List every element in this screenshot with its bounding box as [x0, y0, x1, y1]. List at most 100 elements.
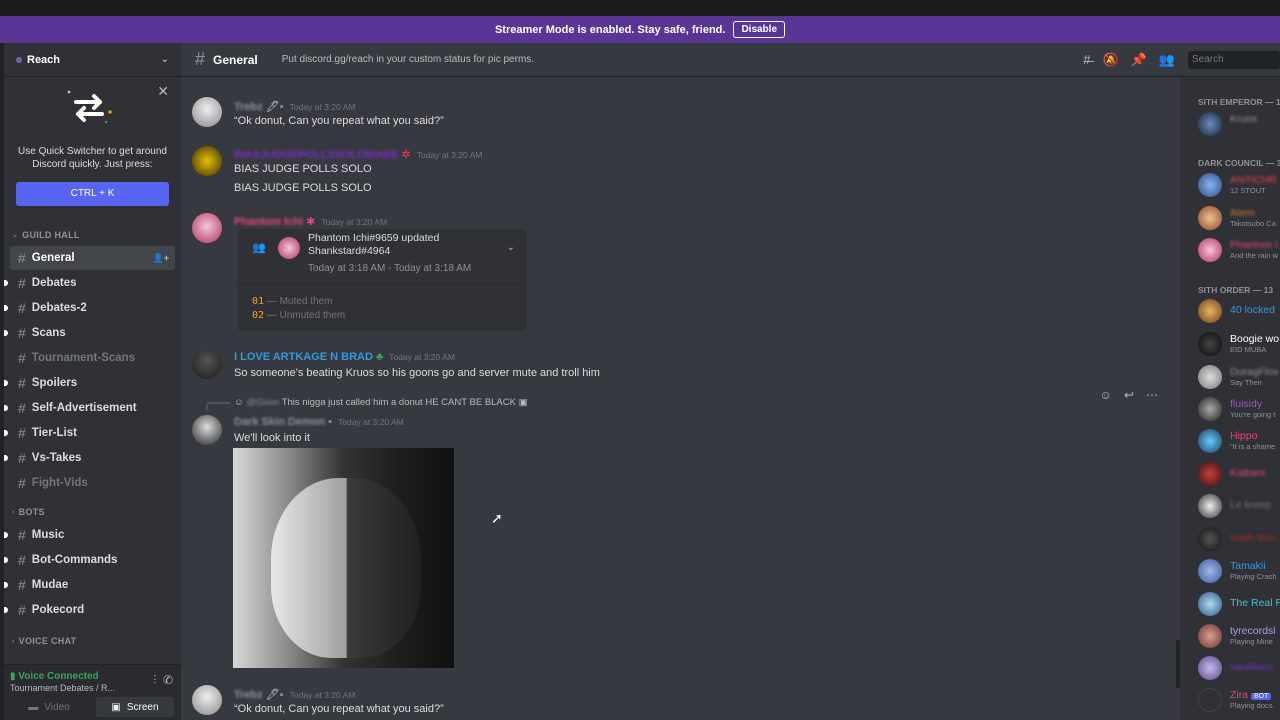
channel-label: Fight-Vids — [31, 477, 88, 489]
channel-spoilers[interactable]: # Spoilers — [4, 371, 175, 395]
channel-label: Debates-2 — [31, 302, 87, 314]
category-label: BOTS — [18, 507, 45, 517]
disconnect-icon[interactable]: ✆ — [163, 673, 173, 687]
channel-label: Scans — [31, 327, 66, 339]
voice-icons: ⫶ ✆ — [153, 673, 173, 688]
member-item[interactable]: Nash Blac — [1198, 526, 1280, 552]
face-photo — [271, 478, 421, 658]
member-item[interactable]: vanillaice — [1198, 655, 1280, 681]
channel-vs-takes[interactable]: # Vs-Takes — [4, 446, 175, 470]
member-status: EID MUBA — [1230, 345, 1267, 354]
member-item[interactable]: Zira BOT Playing docs. — [1198, 687, 1280, 713]
hash-icon: # — [18, 450, 26, 466]
member-name: DuragFlov — [1230, 366, 1279, 378]
member-item[interactable]: Le kreep — [1198, 493, 1280, 519]
member-item[interactable]: Atem Takotsubo Ca — [1198, 205, 1280, 231]
avatar[interactable] — [192, 97, 222, 127]
member-item[interactable]: The Real R — [1198, 591, 1280, 617]
search-input[interactable]: Search — [1188, 51, 1280, 69]
channel-debates-2[interactable]: # Debates-2 — [4, 296, 175, 320]
quick-switcher-shortcut-button[interactable]: CTRL + K — [16, 182, 169, 206]
hash-icon: # — [18, 425, 26, 441]
avatar[interactable] — [192, 349, 222, 379]
channel-scans[interactable]: # Scans — [4, 321, 175, 345]
member-name: Tamakii — [1230, 560, 1266, 572]
channel-tier-list[interactable]: # Tier-List — [4, 421, 175, 445]
channel-mudae[interactable]: # Mudae — [4, 573, 175, 597]
avatar — [1198, 688, 1222, 712]
chevron-right-icon: › — [12, 637, 15, 645]
more-icon[interactable]: ⋯ — [1146, 388, 1158, 402]
reply-author: @Goon — [246, 397, 280, 408]
noise-suppression-icon[interactable]: ⫶ — [153, 673, 156, 687]
member-item[interactable]: Tamakii Playing Crash — [1198, 558, 1280, 584]
member-item[interactable]: 40 locked — [1198, 298, 1280, 324]
category-guild-hall[interactable]: ⌄ GUILD HALL — [4, 224, 181, 246]
author-name: BIASJUDGEPOLLSSOLOMABE — [234, 149, 399, 161]
message-author[interactable]: I LOVE ARTKAGE N BRAD ♣ Today at 3:20 AM — [234, 351, 455, 363]
channel-label: Mudae — [31, 579, 69, 591]
member-name: fluisidy — [1230, 398, 1263, 410]
member-item[interactable]: DuragFlov Say Their — [1198, 364, 1280, 390]
image-attachment[interactable] — [233, 448, 454, 668]
video-label: Video — [44, 701, 70, 713]
channel-music[interactable]: # Music — [4, 523, 175, 547]
notification-bell-icon[interactable]: 🔕 — [1102, 52, 1118, 68]
chevron-down-icon[interactable]: ⌄ — [507, 242, 515, 253]
reply-text: This nigga just called him a donut HE CA… — [281, 397, 516, 408]
screen-share-button[interactable]: ▣ Screen — [96, 697, 174, 717]
category-voice-chat[interactable]: › VOICE CHAT — [4, 630, 181, 652]
member-item[interactable]: Kaibani — [1198, 461, 1280, 487]
member-list-icon[interactable]: 👥 — [1159, 52, 1175, 68]
message-author[interactable]: Dark Skin Demon ▪ Today at 3:20 AM — [234, 416, 404, 428]
add-reaction-icon[interactable]: ☺ — [1100, 388, 1112, 402]
message-author[interactable]: Phantom Ichi ✱ Today at 3:20 AM — [234, 215, 387, 228]
hash-icon: # — [18, 577, 26, 593]
chevron-down-icon: ⌄ — [12, 232, 19, 239]
voice-connected-status[interactable]: ▮ Voice Connected — [10, 671, 99, 682]
channel-label: Self-Advertisement — [31, 402, 137, 414]
channel-fight-vids[interactable]: # Fight-Vids — [10, 471, 175, 495]
voice-channel-name[interactable]: Tournament Debates / R... — [10, 683, 115, 693]
channel-pokecord[interactable]: # Pokecord — [4, 598, 175, 622]
channel-tournament-scans[interactable]: # Tournament-Scans — [10, 346, 175, 370]
channel-bot-commands[interactable]: # Bot-Commands — [4, 548, 175, 572]
avatar[interactable] — [192, 415, 222, 445]
header-toolbar: #̶ 🔕 📌 👥 — [1083, 52, 1175, 68]
guild-header[interactable]: Reach ⌄ — [4, 43, 181, 77]
message-author[interactable]: Trebz 🖊▪ Today at 3:20 AM — [234, 100, 355, 113]
reply-preview[interactable]: ☺ @Goon This nigga just called him a don… — [234, 397, 528, 408]
member-item[interactable]: Hippo "It is a shame — [1198, 428, 1280, 454]
chevron-down-icon[interactable]: ⌄ — [161, 54, 169, 65]
avatar: ☺ — [234, 397, 244, 408]
camera-icon: ▬ — [28, 701, 39, 713]
message-author[interactable]: Trebz 🖊▪ Today at 3:20 AM — [234, 688, 355, 701]
add-user-icon[interactable]: 👤+ — [153, 253, 169, 264]
member-item[interactable]: Kruos — [1198, 111, 1280, 137]
member-item[interactable]: Phantom I And the rain w — [1198, 237, 1280, 263]
unread-indicator — [4, 557, 8, 563]
channel-self-advertisement[interactable]: # Self-Advertisement — [4, 396, 175, 420]
avatar[interactable] — [192, 213, 222, 243]
avatar[interactable] — [192, 685, 222, 715]
channel-topic[interactable]: Put discord.gg/reach in your custom stat… — [282, 54, 534, 65]
badge-icon: ♣ — [376, 351, 384, 363]
member-item[interactable]: fluisidy You're going t — [1198, 396, 1280, 422]
member-item[interactable]: ANTICHR 12 STOUT — [1198, 172, 1280, 198]
audit-entry: 01 — Muted them — [252, 296, 332, 307]
reply-icon[interactable]: ↩ — [1124, 388, 1134, 402]
video-button[interactable]: ▬ Video — [10, 697, 88, 717]
member-status: "It is a shame — [1230, 442, 1276, 451]
member-item[interactable]: Boogie wo EID MUBA — [1198, 331, 1280, 357]
avatar[interactable] — [192, 146, 222, 176]
member-item[interactable]: tyrecordsl Playing Mine — [1198, 623, 1280, 649]
message-author[interactable]: BIASJUDGEPOLLSSOLOMABE ✲ Today at 3:20 AM — [234, 148, 482, 161]
disable-streamer-mode-button[interactable]: Disable — [733, 21, 786, 38]
member-category: SITH ORDER — 13 — [1198, 285, 1274, 295]
channel-debates[interactable]: # Debates — [4, 271, 175, 295]
close-icon[interactable]: ✕ — [157, 83, 169, 100]
threads-icon[interactable]: #̶ — [1083, 52, 1090, 68]
category-bots[interactable]: › BOTS — [4, 501, 181, 523]
channel-general[interactable]: # General 👤+ — [10, 246, 175, 270]
pin-icon[interactable]: 📌 — [1131, 52, 1147, 68]
